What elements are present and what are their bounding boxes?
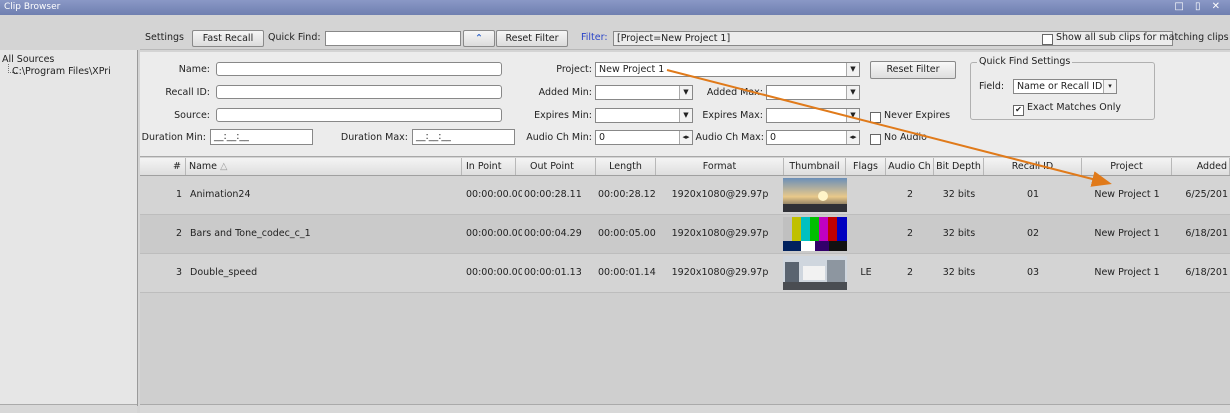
annotation-arrow	[666, 69, 1112, 187]
